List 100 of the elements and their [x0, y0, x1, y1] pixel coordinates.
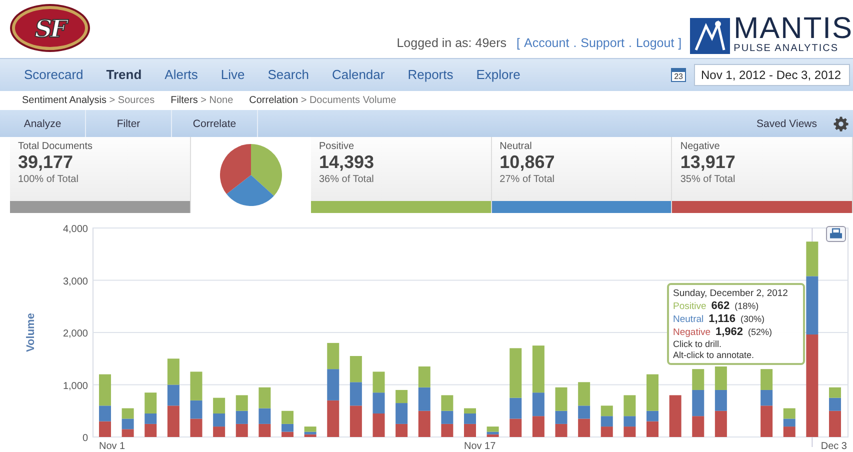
nav-tab[interactable]: Live: [220, 67, 245, 82]
brand-name: MANTIS: [734, 14, 853, 44]
bar-segment[interactable]: [372, 392, 385, 414]
bar-segment[interactable]: [624, 426, 636, 437]
stat-share: 36% of Total: [319, 174, 375, 185]
bar-segment[interactable]: [783, 418, 796, 427]
bar-segment[interactable]: [624, 395, 636, 416]
bar-segment[interactable]: [600, 406, 613, 416]
bar-segment[interactable]: [806, 242, 818, 276]
nav-tab[interactable]: Calendar: [332, 67, 385, 82]
bar-segment[interactable]: [760, 369, 773, 390]
stat-label: Negative: [680, 141, 721, 152]
bar-segment[interactable]: [327, 369, 340, 400]
bar-segment[interactable]: [806, 276, 818, 334]
header-link[interactable]: Logout: [636, 36, 674, 50]
bar-segment[interactable]: [510, 418, 522, 437]
bar-segment[interactable]: [144, 414, 157, 424]
bar-segment[interactable]: [806, 334, 818, 437]
bar-segment[interactable]: [510, 348, 522, 398]
nav-tab[interactable]: Scorecard: [24, 67, 84, 82]
tooltip-hint: Alt-click to annotate.: [673, 350, 756, 360]
bar-segment[interactable]: [304, 432, 316, 434]
bar-segment[interactable]: [122, 429, 134, 437]
header-link[interactable]: Support: [580, 36, 624, 50]
bar-segment[interactable]: [350, 382, 362, 406]
saved-views-button[interactable]: Saved Views: [750, 116, 823, 131]
bar-segment[interactable]: [692, 369, 704, 390]
bar-segment[interactable]: [486, 432, 499, 434]
bar-segment[interactable]: [760, 390, 773, 406]
bar-segment[interactable]: [396, 424, 408, 437]
bar-segment[interactable]: [258, 387, 271, 408]
print-icon[interactable]: [826, 226, 846, 242]
bar-segment[interactable]: [258, 424, 271, 437]
stat-value: 10,867: [500, 152, 556, 174]
tooltip-title: Sunday, December 2, 2012: [673, 288, 789, 299]
bar-segment[interactable]: [327, 400, 340, 437]
nav-tab[interactable]: Search: [268, 67, 309, 82]
bar-segment[interactable]: [327, 342, 340, 370]
bar-segment[interactable]: [578, 382, 590, 406]
y-axis-label: Volume: [25, 313, 37, 352]
bar-segment[interactable]: [144, 424, 157, 437]
nav-tab[interactable]: Trend: [106, 67, 142, 82]
bar-segment[interactable]: [441, 424, 454, 437]
bar-segment[interactable]: [99, 406, 111, 422]
bar-segment[interactable]: [282, 410, 294, 424]
bar-segment[interactable]: [441, 410, 454, 424]
bar-segment[interactable]: [190, 418, 202, 437]
nav-tab[interactable]: Alerts: [164, 67, 198, 82]
date-range-field[interactable]: Nov 1, 2012 - Dec 3, 2012: [694, 64, 850, 86]
bar-segment[interactable]: [646, 410, 658, 422]
bar-segment[interactable]: [532, 416, 544, 437]
bar-segment[interactable]: [532, 346, 544, 393]
bar-segment[interactable]: [600, 426, 613, 437]
bar-segment[interactable]: [396, 390, 408, 404]
calendar-icon[interactable]: 23: [671, 68, 686, 82]
bar-segment[interactable]: [578, 406, 590, 419]
nav-tab[interactable]: Explore: [476, 67, 520, 82]
bar-segment[interactable]: [304, 434, 316, 437]
bar-segment[interactable]: [829, 387, 841, 398]
bar-segment[interactable]: [396, 403, 408, 424]
bar-segment[interactable]: [578, 418, 590, 437]
bar-segment[interactable]: [99, 421, 111, 437]
stat-label: Total Documents: [18, 141, 94, 152]
nav-tab[interactable]: Reports: [408, 67, 454, 82]
bar-segment[interactable]: [258, 408, 271, 424]
bar-segment[interactable]: [646, 421, 658, 437]
bar-segment[interactable]: [783, 426, 796, 437]
bar-segment[interactable]: [692, 390, 704, 416]
bar-segment[interactable]: [600, 416, 613, 427]
bar-segment[interactable]: [167, 406, 180, 437]
bar-segment[interactable]: [829, 398, 841, 411]
team-logo: SF: [12, 6, 88, 50]
bar-segment[interactable]: [213, 398, 226, 414]
bar-segment[interactable]: [236, 395, 248, 411]
bar-segment[interactable]: [350, 356, 362, 382]
bar-segment[interactable]: [213, 426, 226, 437]
x-tick-label: Dec 3: [820, 441, 847, 452]
bar-segment[interactable]: [282, 432, 294, 437]
bar-segment[interactable]: [304, 426, 316, 432]
header-link[interactable]: Account: [524, 36, 570, 50]
settings-icon[interactable]: [833, 116, 849, 132]
bar-segment[interactable]: [692, 416, 704, 437]
bar-segment[interactable]: [760, 406, 773, 437]
bar-segment[interactable]: [144, 392, 157, 414]
y-tick-label: 0: [82, 433, 88, 444]
bar-segment[interactable]: [167, 358, 180, 385]
bar-segment[interactable]: [624, 416, 636, 427]
bar-segment[interactable]: [350, 406, 362, 437]
bar-segment[interactable]: [441, 395, 454, 411]
tooltip-series-label: Positive: [673, 301, 706, 312]
bar-segment[interactable]: [532, 392, 544, 416]
bar-segment[interactable]: [669, 395, 682, 437]
bar-segment[interactable]: [122, 418, 134, 430]
bar-segment[interactable]: [510, 398, 522, 419]
tooltip-value: 1,962: [716, 326, 744, 338]
bar-segment[interactable]: [486, 434, 499, 437]
bar-segment[interactable]: [372, 372, 385, 393]
tooltip-share: (30%): [740, 314, 765, 324]
bar-segment[interactable]: [486, 426, 499, 432]
bar-segment[interactable]: [213, 414, 226, 427]
